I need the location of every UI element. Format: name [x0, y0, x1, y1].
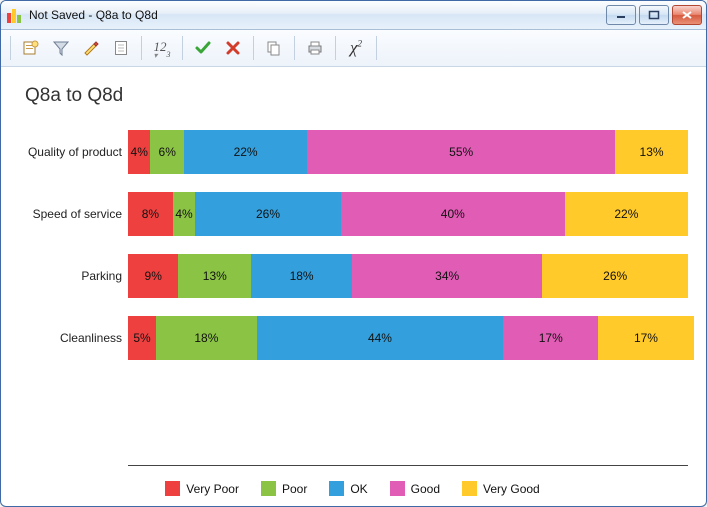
bar-segment: 22% — [184, 130, 307, 174]
legend-item: OK — [329, 481, 367, 496]
legend-label: Very Good — [483, 482, 540, 496]
properties-icon[interactable] — [16, 35, 46, 61]
legend-item: Very Poor — [165, 481, 239, 496]
window-controls — [606, 5, 702, 25]
bar-segment: 13% — [178, 254, 251, 298]
chart-row: Speed of service8%4%26%40%22% — [17, 183, 688, 245]
legend-item: Good — [390, 481, 440, 496]
bar-segment: 6% — [150, 130, 184, 174]
bar-segment: 44% — [257, 316, 503, 360]
window-title: Not Saved - Q8a to Q8d — [29, 8, 606, 22]
legend-label: Good — [411, 482, 440, 496]
print-icon[interactable] — [300, 35, 330, 61]
bar-segment: 40% — [341, 192, 565, 236]
bar-segment: 17% — [503, 316, 598, 360]
maximize-button[interactable] — [639, 5, 669, 25]
bar-segment: 18% — [251, 254, 352, 298]
legend-swatch — [165, 481, 180, 496]
bar-segment: 55% — [307, 130, 615, 174]
minimize-button[interactable] — [606, 5, 636, 25]
bar-segment: 13% — [615, 130, 688, 174]
toolbar: 123▾ χ2 — [1, 30, 706, 67]
bar-segment: 34% — [352, 254, 542, 298]
legend-swatch — [390, 481, 405, 496]
legend-label: Very Poor — [186, 482, 239, 496]
legend-item: Poor — [261, 481, 307, 496]
chart-row: Quality of product4%6%22%55%13% — [17, 121, 688, 183]
app-window: Not Saved - Q8a to Q8d — [0, 0, 707, 507]
bar-segment: 5% — [128, 316, 156, 360]
legend-item: Very Good — [462, 481, 540, 496]
row-bar: 5%18%44%17%17% — [128, 316, 688, 360]
bar-segment: 26% — [195, 192, 341, 236]
funnel-icon[interactable] — [46, 35, 76, 61]
legend-label: Poor — [282, 482, 307, 496]
legend-swatch — [462, 481, 477, 496]
titlebar[interactable]: Not Saved - Q8a to Q8d — [1, 1, 706, 30]
chart-panel: Q8a to Q8d Quality of product4%6%22%55%1… — [1, 67, 706, 506]
row-bar: 4%6%22%55%13% — [128, 130, 688, 174]
legend-swatch — [329, 481, 344, 496]
row-label: Cleanliness — [17, 331, 128, 345]
row-bar: 9%13%18%34%26% — [128, 254, 688, 298]
chart-title: Q8a to Q8d — [25, 85, 688, 107]
bar-segment: 22% — [565, 192, 688, 236]
page-icon[interactable] — [106, 35, 136, 61]
chart-row: Cleanliness5%18%44%17%17% — [17, 307, 688, 369]
bar-segment: 4% — [173, 192, 195, 236]
bar-segment: 18% — [156, 316, 257, 360]
accept-icon[interactable] — [188, 35, 218, 61]
chart-area: Quality of product4%6%22%55%13%Speed of … — [17, 121, 688, 465]
bar-segment: 26% — [542, 254, 688, 298]
highlighter-icon[interactable] — [76, 35, 106, 61]
reject-icon[interactable] — [218, 35, 248, 61]
close-button[interactable] — [672, 5, 702, 25]
legend: Very Poor Poor OK Good Very Good — [17, 467, 688, 498]
app-chart-icon — [7, 7, 23, 23]
row-label: Quality of product — [17, 145, 128, 159]
row-label: Parking — [17, 269, 128, 283]
numeric-format-icon[interactable]: 123▾ — [147, 35, 177, 61]
chi-squared-icon[interactable]: χ2 — [341, 35, 371, 61]
chart-row: Parking9%13%18%34%26% — [17, 245, 688, 307]
bar-segment: 9% — [128, 254, 178, 298]
row-label: Speed of service — [17, 207, 128, 221]
bar-segment: 4% — [128, 130, 150, 174]
legend-label: OK — [350, 482, 367, 496]
legend-swatch — [261, 481, 276, 496]
bar-segment: 8% — [128, 192, 173, 236]
copy-icon[interactable] — [259, 35, 289, 61]
row-bar: 8%4%26%40%22% — [128, 192, 688, 236]
bar-segment: 17% — [598, 316, 693, 360]
